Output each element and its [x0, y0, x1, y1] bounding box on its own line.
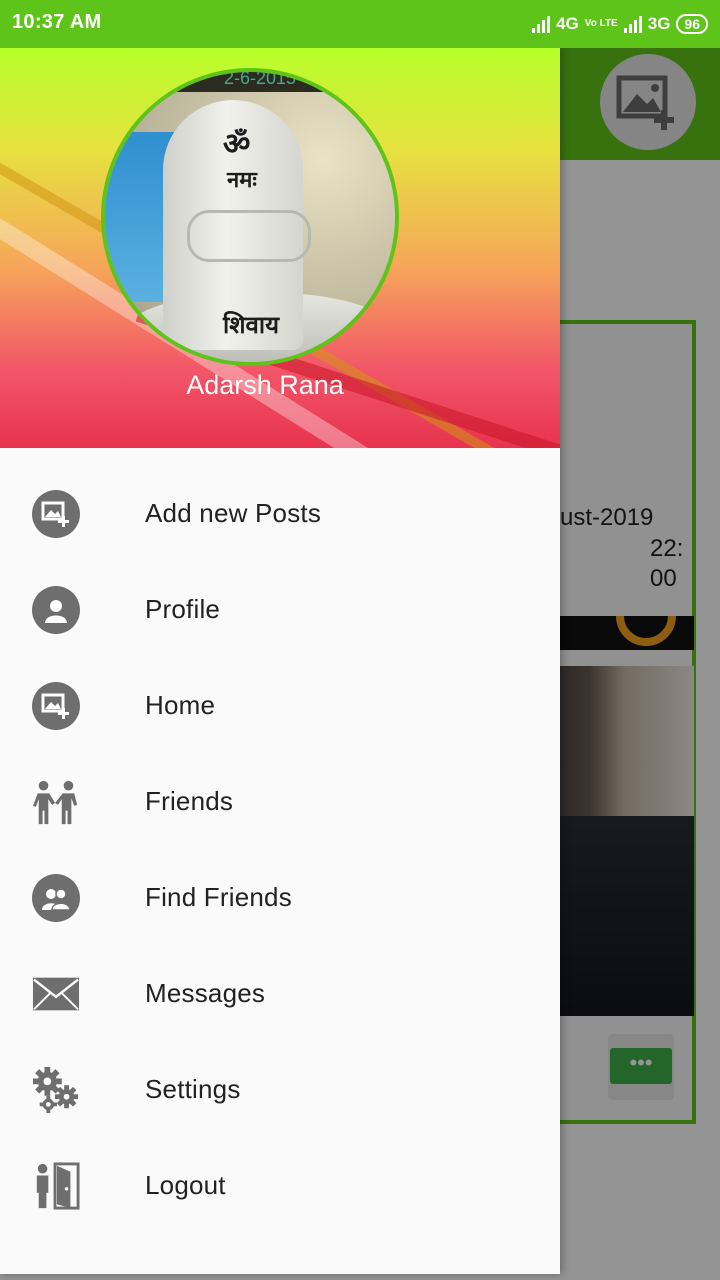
navigation-drawer: 2-6-2015 ॐ नमः शिवाय Adarsh Rana Add new…	[0, 48, 560, 1274]
menu-label: Home	[145, 690, 216, 720]
envelope-icon	[32, 970, 80, 1018]
avatar-text-namah: नमः	[227, 168, 257, 193]
logout-door-icon	[32, 1162, 80, 1210]
drawer-header: 2-6-2015 ॐ नमः शिवाय Adarsh Rana	[0, 48, 560, 448]
signal-icon	[532, 15, 551, 33]
menu-label: Friends	[145, 786, 234, 816]
drawer-menu: Add new Posts Profile Home Friends Find …	[0, 466, 560, 1234]
username: Adarsh Rana	[186, 370, 344, 400]
avatar-text-shivay: शिवाय	[223, 311, 280, 339]
menu-item-find-friends[interactable]: Find Friends	[0, 850, 560, 946]
battery-icon: 96	[676, 14, 708, 34]
home-image-icon	[32, 682, 80, 730]
avatar[interactable]: 2-6-2015 ॐ नमः शिवाय	[101, 68, 399, 366]
menu-item-logout[interactable]: Logout	[0, 1138, 560, 1234]
friends-icon	[32, 778, 80, 826]
menu-item-friends[interactable]: Friends	[0, 754, 560, 850]
menu-item-home[interactable]: Home	[0, 658, 560, 754]
menu-label: Profile	[145, 594, 221, 624]
add-image-icon	[32, 490, 80, 538]
status-icons: 4G Vo LTE 3G 96	[532, 12, 708, 36]
volte-indicator: Vo LTE	[584, 18, 618, 29]
network-type-1: 4G	[556, 14, 579, 33]
menu-label: Find Friends	[145, 882, 292, 912]
status-bar: 10:37 AM 4G Vo LTE 3G 96	[0, 0, 720, 48]
user-icon	[32, 586, 80, 634]
menu-label: Settings	[145, 1074, 241, 1104]
menu-item-settings[interactable]: Settings	[0, 1042, 560, 1138]
menu-item-profile[interactable]: Profile	[0, 562, 560, 658]
menu-item-messages[interactable]: Messages	[0, 946, 560, 1042]
find-friends-icon	[32, 874, 80, 922]
status-time: 10:37 AM	[12, 11, 102, 33]
network-type-2: 3G	[647, 14, 671, 33]
gears-icon	[32, 1066, 80, 1114]
signal-icon-2	[623, 15, 642, 33]
avatar-top-text: 2-6-2015	[165, 72, 355, 92]
menu-label: Messages	[145, 978, 266, 1008]
menu-item-add-new-posts[interactable]: Add new Posts	[0, 466, 560, 562]
avatar-text-om: ॐ	[223, 127, 251, 162]
menu-label: Add new Posts	[145, 498, 322, 528]
menu-label: Logout	[145, 1170, 226, 1200]
